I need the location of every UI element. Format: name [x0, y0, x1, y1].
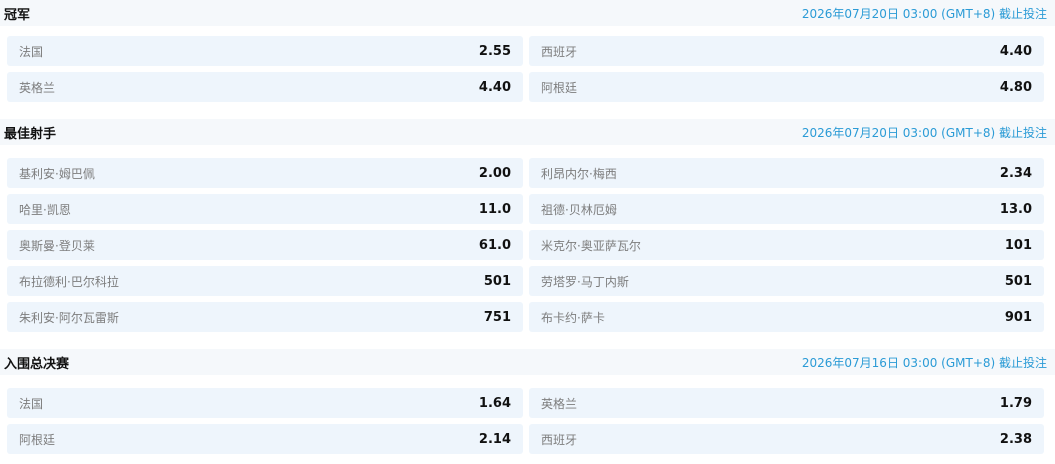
odds-cell[interactable]: 基利安·姆巴佩 2.00	[7, 158, 523, 188]
selection-name: 奥斯曼·登贝莱	[19, 238, 95, 253]
odds-row: 法国 1.64 英格兰 1.79	[0, 388, 1055, 418]
odds-row: 阿根廷 2.14 西班牙 2.38	[0, 424, 1055, 454]
odds-cell[interactable]: 法国 2.55	[7, 36, 523, 66]
odds-cell[interactable]: 祖德·贝林厄姆 13.0	[529, 194, 1044, 224]
selection-name: 法国	[19, 396, 44, 411]
selection-odds: 1.79	[999, 395, 1032, 411]
odds-cell[interactable]: 布卡约·萨卡 901	[529, 302, 1044, 332]
selection-odds: 501	[1004, 273, 1032, 289]
market-top-scorer: 最佳射手 2026年07月20日 03:00 (GMT+8) 截止投注	[0, 119, 1055, 145]
odds-cell[interactable]: 西班牙 2.38	[529, 424, 1044, 454]
selection-odds: 501	[483, 273, 511, 289]
selection-odds: 11.0	[478, 201, 511, 217]
selection-name: 祖德·贝林厄姆	[541, 202, 617, 217]
odds-row: 基利安·姆巴佩 2.00 利昂内尔·梅西 2.34	[0, 158, 1055, 188]
odds-cell[interactable]: 阿根廷 2.14	[7, 424, 523, 454]
odds-cell[interactable]: 劳塔罗·马丁内斯 501	[529, 266, 1044, 296]
market-finalist: 入围总决赛 2026年07月16日 03:00 (GMT+8) 截止投注	[0, 349, 1055, 375]
odds-row: 英格兰 4.40 阿根廷 4.80	[0, 72, 1055, 102]
odds-cell[interactable]: 西班牙 4.40	[529, 36, 1044, 66]
selection-name: 朱利安·阿尔瓦雷斯	[19, 310, 119, 325]
selection-name: 西班牙	[541, 44, 578, 59]
odds-cell[interactable]: 米克尔·奥亚萨瓦尔 101	[529, 230, 1044, 260]
odds-cell[interactable]: 哈里·凯恩 11.0	[7, 194, 523, 224]
market-header: 入围总决赛 2026年07月16日 03:00 (GMT+8) 截止投注	[0, 349, 1055, 375]
selection-name: 利昂内尔·梅西	[541, 166, 617, 181]
odds-cell[interactable]: 布拉德利·巴尔科拉 501	[7, 266, 523, 296]
selection-odds: 751	[483, 309, 511, 325]
selection-name: 米克尔·奥亚萨瓦尔	[541, 238, 641, 253]
selection-odds: 2.14	[478, 431, 511, 447]
selection-odds: 2.38	[999, 431, 1032, 447]
selection-name: 法国	[19, 44, 44, 59]
selection-odds: 4.80	[999, 79, 1032, 95]
odds-cell[interactable]: 阿根廷 4.80	[529, 72, 1044, 102]
odds-row: 哈里·凯恩 11.0 祖德·贝林厄姆 13.0	[0, 194, 1055, 224]
selection-odds: 2.55	[478, 43, 511, 59]
selection-name: 布卡约·萨卡	[541, 310, 605, 325]
odds-cell[interactable]: 英格兰 1.79	[529, 388, 1044, 418]
selection-name: 阿根廷	[541, 80, 578, 95]
selection-name: 英格兰	[541, 396, 578, 411]
market-header: 最佳射手 2026年07月20日 03:00 (GMT+8) 截止投注	[0, 119, 1055, 145]
market-champion: 冠军 2026年07月20日 03:00 (GMT+8) 截止投注	[0, 0, 1055, 26]
selection-odds: 4.40	[478, 79, 511, 95]
selection-name: 阿根廷	[19, 432, 56, 447]
odds-cell[interactable]: 英格兰 4.40	[7, 72, 523, 102]
odds-row: 布拉德利·巴尔科拉 501 劳塔罗·马丁内斯 501	[0, 266, 1055, 296]
selection-odds: 101	[1004, 237, 1032, 253]
odds-row: 法国 2.55 西班牙 4.40	[0, 36, 1055, 66]
selection-name: 劳塔罗·马丁内斯	[541, 274, 629, 289]
selection-odds: 61.0	[478, 237, 511, 253]
market-title: 冠军	[4, 7, 31, 23]
market-deadline: 2026年07月20日 03:00 (GMT+8) 截止投注	[801, 6, 1047, 21]
selection-odds: 13.0	[999, 201, 1032, 217]
market-deadline: 2026年07月16日 03:00 (GMT+8) 截止投注	[801, 355, 1047, 370]
selection-odds: 4.40	[999, 43, 1032, 59]
odds-cell[interactable]: 奥斯曼·登贝莱 61.0	[7, 230, 523, 260]
selection-odds: 1.64	[478, 395, 511, 411]
market-header: 冠军 2026年07月20日 03:00 (GMT+8) 截止投注	[0, 0, 1055, 26]
selection-name: 西班牙	[541, 432, 578, 447]
odds-row: 朱利安·阿尔瓦雷斯 751 布卡约·萨卡 901	[0, 302, 1055, 332]
odds-cell[interactable]: 朱利安·阿尔瓦雷斯 751	[7, 302, 523, 332]
odds-row: 奥斯曼·登贝莱 61.0 米克尔·奥亚萨瓦尔 101	[0, 230, 1055, 260]
selection-name: 哈里·凯恩	[19, 202, 71, 217]
selection-name: 布拉德利·巴尔科拉	[19, 274, 119, 289]
market-title: 入围总决赛	[4, 356, 70, 372]
odds-cell[interactable]: 利昂内尔·梅西 2.34	[529, 158, 1044, 188]
selection-odds: 901	[1004, 309, 1032, 325]
selection-name: 英格兰	[19, 80, 56, 95]
selection-odds: 2.00	[478, 165, 511, 181]
selection-odds: 2.34	[999, 165, 1032, 181]
market-title: 最佳射手	[4, 126, 57, 142]
market-deadline: 2026年07月20日 03:00 (GMT+8) 截止投注	[801, 125, 1047, 140]
odds-cell[interactable]: 法国 1.64	[7, 388, 523, 418]
selection-name: 基利安·姆巴佩	[19, 166, 95, 181]
